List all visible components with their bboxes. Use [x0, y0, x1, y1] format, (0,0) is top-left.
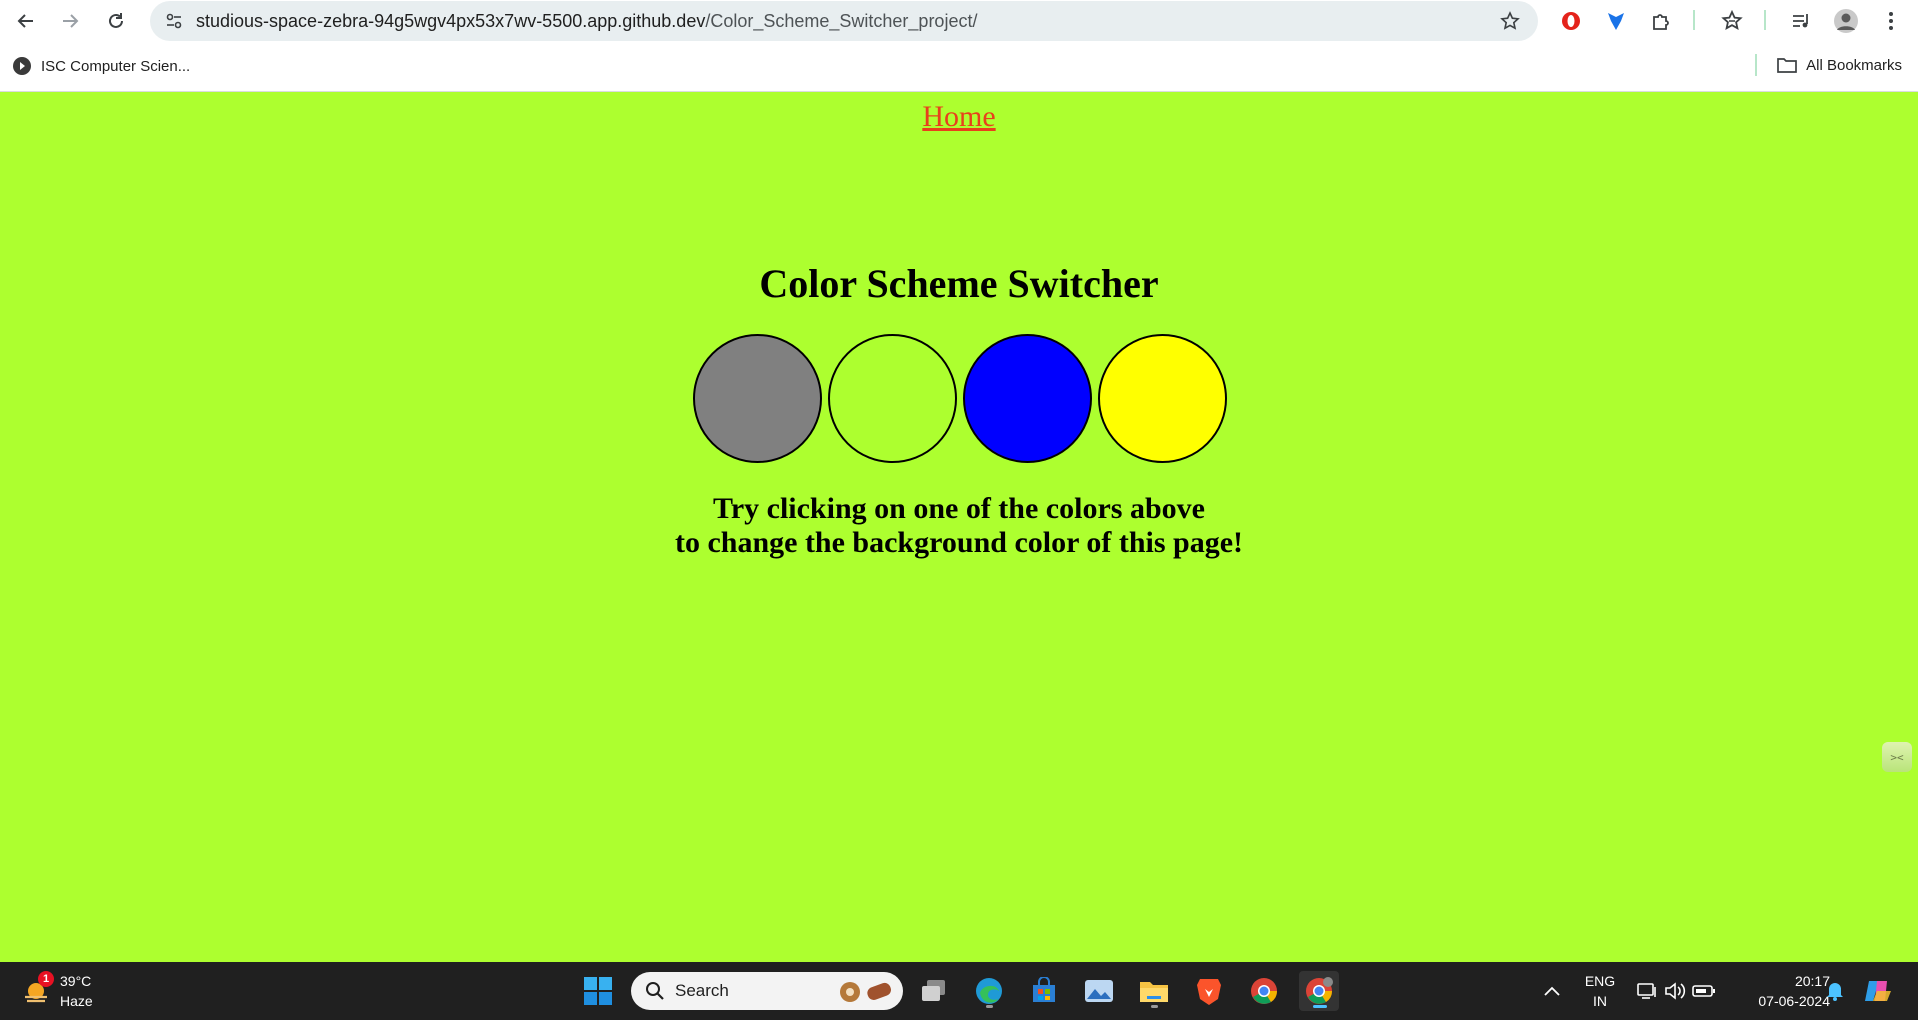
weather-widget[interactable]: 1 39°C Haze	[20, 971, 93, 1011]
chevron-up-icon	[1544, 986, 1560, 996]
arrow-left-icon	[17, 14, 33, 28]
task-view-icon	[922, 980, 945, 1001]
active-indicator	[1313, 1005, 1327, 1008]
url-text[interactable]: studious-space-zebra-94g5wgv4px53x7wv-55…	[196, 11, 977, 32]
photos-icon	[1085, 980, 1113, 1002]
color-swatch-grey[interactable]	[693, 334, 822, 463]
copilot-icon	[1865, 981, 1891, 1001]
language-indicator[interactable]: ENG IN	[1581, 971, 1619, 1011]
chrome-icon	[1251, 978, 1278, 1004]
profile-avatar[interactable]	[1831, 6, 1861, 36]
brave-lion-icon	[1197, 979, 1221, 1005]
language-region: IN	[1593, 993, 1607, 1009]
color-swatch-yellow[interactable]	[1098, 334, 1227, 463]
taskbar-search-box[interactable]: Search	[631, 972, 903, 1010]
browser-toolbar: studious-space-zebra-94g5wgv4px53x7wv-55…	[0, 0, 1918, 42]
all-bookmarks-label: All Bookmarks	[1806, 56, 1902, 74]
taskbar-brave[interactable]	[1189, 971, 1229, 1011]
taskbar-file-explorer[interactable]	[1134, 971, 1174, 1011]
bookmark-label: ISC Computer Scien...	[41, 57, 191, 75]
search-icon	[646, 982, 664, 1000]
weather-notification-badge: 1	[38, 971, 54, 987]
color-swatch-blue[interactable]	[963, 334, 1092, 463]
notifications-button[interactable]	[1815, 971, 1855, 1011]
windows-taskbar: 1 39°C Haze Search ENG IN 20:17 07-06-20…	[0, 962, 1918, 1020]
bookmarks-bar: ISC Computer Scien... All Bookmarks	[0, 42, 1918, 92]
network-icon	[1637, 983, 1656, 999]
task-view-button[interactable]	[914, 971, 954, 1011]
taskbar-chrome-active[interactable]	[1299, 971, 1339, 1011]
bookmark-item[interactable]: ISC Computer Scien...	[12, 56, 190, 76]
back-button[interactable]	[9, 4, 43, 38]
page-body: Home Color Scheme Switcher Try clicking …	[0, 92, 1918, 962]
reload-button[interactable]	[99, 4, 133, 38]
store-icon	[1033, 977, 1055, 1002]
extension-opera-icon[interactable]	[1556, 6, 1586, 36]
volume-icon	[1665, 982, 1686, 1000]
taskbar-chrome[interactable]	[1244, 971, 1284, 1011]
arrow-right-icon	[63, 14, 79, 28]
start-button[interactable]	[578, 971, 618, 1011]
bookmarks-separator	[1755, 54, 1757, 76]
system-tray-quick-settings[interactable]	[1626, 971, 1726, 1011]
weather-description: Haze	[60, 993, 93, 1009]
url-host: studious-space-zebra-94g5wgv4px53x7wv-55…	[196, 11, 706, 31]
instruction-text: Try clicking on one of the colors above …	[0, 492, 1918, 560]
url-path: /Color_Scheme_Switcher_project/	[705, 11, 978, 31]
instruction-line-1: Try clicking on one of the colors above	[713, 492, 1205, 525]
language-code: ENG	[1584, 973, 1616, 989]
show-hidden-icons-button[interactable]	[1532, 971, 1572, 1011]
toolbar-separator	[1764, 10, 1766, 30]
taskbar-store[interactable]	[1024, 971, 1064, 1011]
edge-icon	[976, 978, 1002, 1004]
all-bookmarks-button[interactable]: All Bookmarks	[1777, 56, 1902, 74]
address-bar[interactable]: studious-space-zebra-94g5wgv4px53x7wv-55…	[150, 1, 1538, 41]
battery-icon	[1692, 985, 1715, 997]
weather-temperature: 39°C	[60, 973, 92, 989]
taskbar-photos[interactable]	[1079, 971, 1119, 1011]
taskbar-edge[interactable]	[969, 971, 1009, 1011]
folder-icon	[1140, 982, 1168, 1002]
copilot-button[interactable]	[1858, 971, 1898, 1011]
extension-shield-icon[interactable]	[1601, 6, 1631, 36]
folder-icon	[1777, 58, 1797, 73]
reading-list-star-icon[interactable]	[1717, 6, 1747, 36]
home-nav: Home	[0, 100, 1918, 134]
toolbar-separator	[1693, 10, 1695, 30]
chrome-profile-icon	[1306, 977, 1333, 1004]
windows-logo-icon	[584, 977, 612, 1005]
bell-icon	[1827, 983, 1843, 1001]
weather-haze-icon: 1	[20, 971, 54, 1007]
site-info-icon[interactable]	[160, 7, 188, 35]
instruction-line-2: to change the background color of this p…	[674, 526, 1244, 559]
extensions-puzzle-icon[interactable]	[1646, 6, 1676, 36]
forward-button[interactable]	[53, 4, 87, 38]
reload-icon	[109, 13, 123, 28]
search-label: Search	[675, 981, 729, 1000]
side-panel-toggle-icon[interactable]: ><	[1882, 742, 1912, 772]
search-highlight-food-icon	[840, 982, 891, 1002]
home-link[interactable]: Home	[922, 100, 995, 133]
color-swatch-greenyellow[interactable]	[828, 334, 957, 463]
color-swatch-row	[693, 334, 1227, 463]
bookmark-star-button[interactable]	[1496, 7, 1524, 35]
star-icon	[1500, 11, 1520, 30]
media-queue-icon[interactable]	[1786, 6, 1816, 36]
running-indicator	[986, 1005, 993, 1008]
browser-menu-icon[interactable]	[1876, 6, 1906, 36]
page-title: Color Scheme Switcher	[759, 261, 1159, 306]
bookmark-favicon-icon	[13, 57, 31, 75]
running-indicator	[1151, 1005, 1158, 1008]
